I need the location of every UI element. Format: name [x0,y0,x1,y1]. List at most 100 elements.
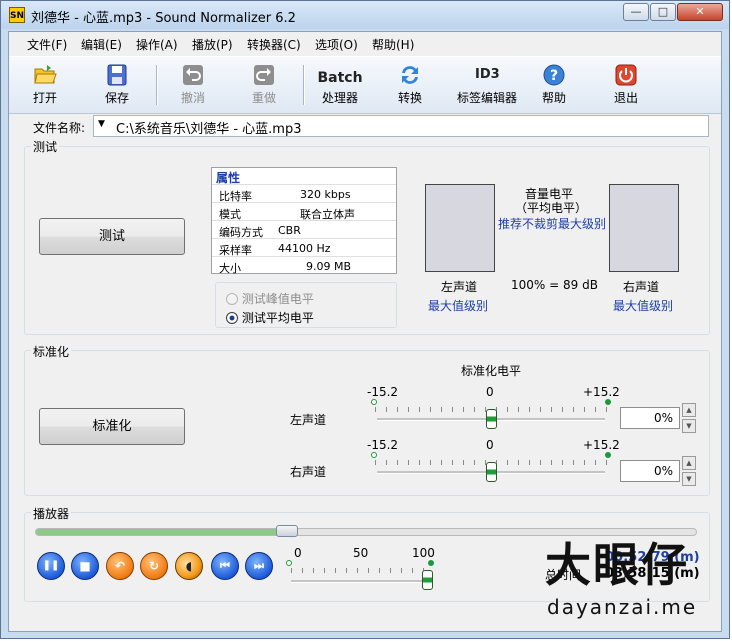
normalize-button[interactable]: 标准化 [39,408,185,445]
pause-button[interactable]: ❚❚ [37,552,65,580]
forward-button[interactable]: ⏭ [245,552,273,580]
radio-average-circle[interactable] [226,311,238,324]
open-label: 打开 [32,91,57,105]
replay-icon: ↶ [114,559,126,573]
filename-path: C:\系统音乐\刘德华 - 心蓝.mp3 [116,122,302,137]
forward-icon: ⏭ [254,559,264,572]
volume-min-label: 0 [294,546,302,560]
loop-button[interactable]: ↻ [140,552,168,580]
volume-slider-thumb[interactable] [422,570,433,590]
radio-average-label: 测试平均电平 [241,311,314,325]
left-channel-slider-label: 左声道 [290,413,327,427]
left-channel-value-field[interactable]: 0% [620,407,680,429]
property-value: 44100 Hz [278,242,331,255]
property-row: 采样率 44100 Hz [212,238,396,257]
rewind-button[interactable]: ⏮ [211,552,239,580]
loop-icon: ↻ [148,559,160,573]
test-button[interactable]: 测试 [39,218,185,255]
properties-table: 属性 比特率 320 kbps 模式 联合立体声 编码方式 CBR 采样率 44… [211,167,397,275]
batch-processor-button[interactable]: Batch 处理器 [310,63,370,109]
redo-button[interactable]: 重做 [234,63,294,109]
menu-play[interactable]: 播放(P) [192,36,233,53]
folder-open-icon [34,65,57,84]
help-button[interactable]: ? 帮助 [524,63,584,109]
radio-peak[interactable]: 测试峰值电平 [226,290,314,307]
speaker-button[interactable]: ◖ [175,552,203,580]
menu-options[interactable]: 选项(O) [315,36,358,53]
convert-button[interactable]: 转换 [380,63,440,109]
volume-slider-track[interactable] [291,580,427,583]
chevron-down-icon[interactable]: ▼ [98,119,105,129]
property-key: 大小 [219,262,241,275]
watermark: 大眼仔 dayanzai.me [541,529,721,629]
menu-edit[interactable]: 编辑(E) [81,36,122,53]
menu-action[interactable]: 操作(A) [136,36,178,53]
app-window: SN 刘德华 - 心蓝.mp3 - Sound Normalizer 6.2 —… [0,0,730,639]
left-slider-mid: 0 [486,385,494,399]
app-icon[interactable]: SN [9,7,25,23]
right-channel-value-field[interactable]: 0% [620,460,680,482]
undo-button[interactable]: 撤消 [163,63,223,109]
pause-icon: ❚❚ [42,560,60,571]
menu-help[interactable]: 帮助(H) [372,36,414,53]
radio-average[interactable]: 测试平均电平 [226,309,314,326]
floppy-save-icon [107,64,127,86]
minimize-button[interactable]: — [623,3,649,21]
property-value: CBR [278,224,301,237]
close-button[interactable]: ✕ [677,3,723,21]
left-max-level: 最大值级别 [428,299,489,313]
right-slider-max: +15.2 [583,438,620,452]
property-row: 比特率 320 kbps [212,184,396,203]
right-slider-max-marker [605,452,611,458]
title-bar[interactable]: SN 刘德华 - 心蓝.mp3 - Sound Normalizer 6.2 —… [1,1,729,29]
watermark-domain: dayanzai.me [547,595,698,619]
open-button[interactable]: 打开 [15,63,75,109]
playback-progress-thumb[interactable] [275,525,298,537]
undo-label: 撤消 [180,91,205,105]
right-channel-slider-label: 右声道 [290,465,327,479]
toolbar: 打开 保存 撤消 重做 Batch 处理器 转换 ID3 标签编辑器 ? 帮助 … [9,56,721,114]
exit-label: 退出 [613,91,638,105]
filename-combobox[interactable]: ▼ C:\系统音乐\刘德华 - 心蓝.mp3 [93,115,709,137]
left-slider-min-marker [371,399,377,405]
left-spin-down-button[interactable]: ▼ [682,419,696,433]
filename-row: 文件名称: ▼ C:\系统音乐\刘德华 - 心蓝.mp3 [9,114,721,138]
radio-peak-label: 测试峰值电平 [241,292,314,306]
menu-file[interactable]: 文件(F) [27,36,67,53]
redo-label: 重做 [251,91,276,105]
radio-peak-circle[interactable] [226,292,238,305]
right-max-level: 最大值级别 [613,299,674,313]
stop-icon: ■ [79,559,91,573]
right-spin-down-button[interactable]: ▼ [682,472,696,486]
left-channel-slider-thumb[interactable] [486,409,497,429]
volume-max-marker [428,560,434,566]
property-row: 模式 联合立体声 [212,202,396,221]
right-spin-up-button[interactable]: ▲ [682,456,696,470]
normalize-group-title: 标准化 [31,343,72,360]
convert-label: 转换 [397,91,422,105]
filename-label: 文件名称: [33,121,86,135]
left-slider-max-marker [605,399,611,405]
convert-refresh-icon [402,66,418,84]
recommend-text: 推荐不裁剪最大级别 [498,217,607,231]
left-spin-up-button[interactable]: ▲ [682,403,696,417]
tag-editor-button[interactable]: ID3 标签编辑器 [449,63,525,109]
help-question-icon: ? [543,64,565,86]
stop-button[interactable]: ■ [71,552,99,580]
playback-progress-fill [36,529,287,535]
undo-icon [183,65,203,85]
menu-converter[interactable]: 转换器(C) [247,36,301,53]
right-slider-min: -15.2 [367,438,399,452]
exit-button[interactable]: 退出 [596,63,656,109]
property-value: 320 kbps [300,188,351,201]
right-channel-meter [609,184,679,272]
replay-button[interactable]: ↶ [106,552,134,580]
svg-text:?: ? [550,68,558,84]
ratio-text: 100% = 89 dB [511,278,598,292]
right-channel-slider-thumb[interactable] [486,462,497,482]
maximize-button[interactable]: □ [650,3,676,21]
speaker-icon: ◖ [185,559,193,573]
player-group-title: 播放器 [31,505,72,522]
save-button[interactable]: 保存 [87,63,147,109]
id3-tag-icon: ID3 [475,67,500,82]
